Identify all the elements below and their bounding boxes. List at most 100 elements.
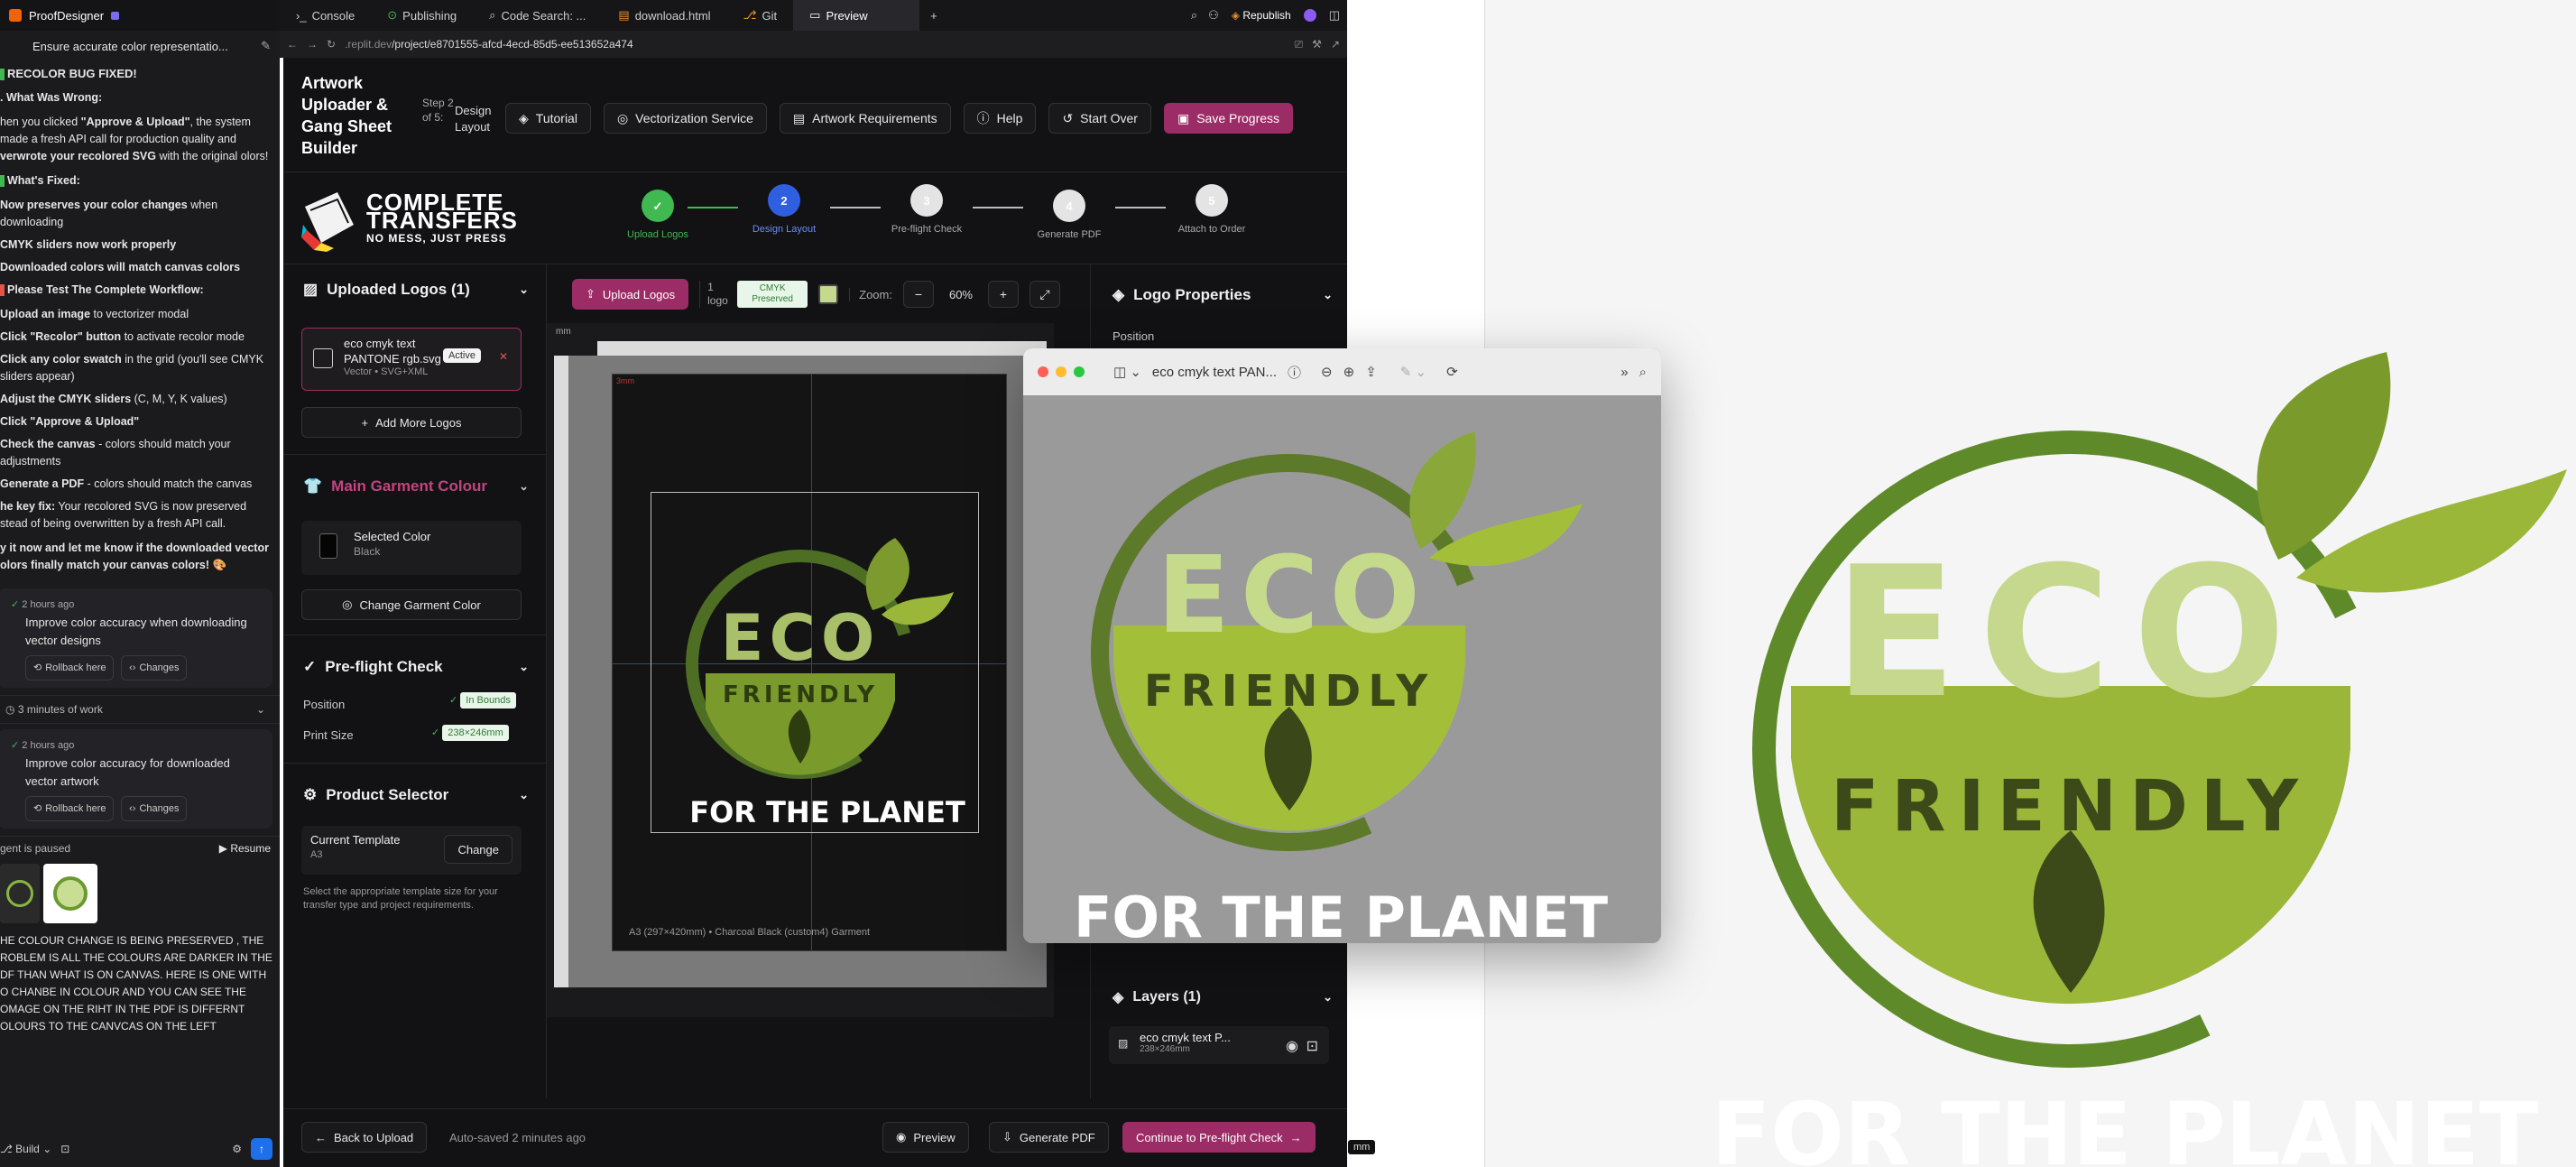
change-garment-color-button[interactable]: ◎ Change Garment Color: [301, 589, 522, 620]
check-icon: ✓: [431, 727, 443, 738]
forward-arrow-icon[interactable]: →: [307, 38, 318, 51]
changes-button[interactable]: ‹› Changes: [121, 796, 188, 821]
pf-position-label: Position: [303, 698, 346, 711]
tab-code-search[interactable]: ⌕ Code Search: ...: [473, 0, 602, 31]
republish-button[interactable]: ◈ Republish: [1224, 9, 1298, 22]
upload-logos-button[interactable]: ⇪ Upload Logos: [572, 279, 689, 310]
back-to-upload-button[interactable]: ← Back to Upload: [301, 1122, 428, 1153]
logo-item[interactable]: eco cmyk text PANTONE rgb.svg Vector • S…: [301, 328, 522, 391]
minimize-window-button[interactable]: [1056, 366, 1066, 377]
tab-download-html[interactable]: ▤ download.html: [602, 0, 726, 31]
app-name[interactable]: ProofDesigner: [29, 9, 104, 23]
start-over-button[interactable]: ↺ Start Over: [1048, 103, 1151, 134]
attachment-thumbnail[interactable]: [43, 864, 97, 923]
tools-icon[interactable]: ⚒: [1312, 38, 1322, 51]
zoom-window-button[interactable]: [1074, 366, 1085, 377]
zoom-out-icon[interactable]: ⊖: [1321, 364, 1333, 380]
step-upload-logos[interactable]: ✓ Upload Logos: [617, 190, 698, 241]
zoom-out-button[interactable]: −: [902, 281, 934, 308]
send-button[interactable]: ↑: [251, 1138, 272, 1160]
layout-icon[interactable]: ◫: [1322, 8, 1347, 23]
markup-icon[interactable]: ✎ ⌄: [1400, 364, 1426, 380]
resume-button[interactable]: ▶ Resume: [219, 842, 271, 855]
tab-console[interactable]: ›_ Console: [280, 0, 371, 31]
new-tab-button[interactable]: +: [919, 9, 948, 23]
more-icon[interactable]: »: [1620, 365, 1628, 380]
zoom-in-icon[interactable]: ⊕: [1343, 364, 1355, 380]
remove-logo-icon[interactable]: ✕: [499, 350, 508, 363]
mm-tooltip: mm: [1348, 1140, 1376, 1154]
tutorial-button[interactable]: ◈ Tutorial: [505, 103, 591, 134]
attachment-thumbnail[interactable]: [0, 864, 40, 923]
search-icon[interactable]: ⌕: [1639, 365, 1647, 380]
task-title-bar[interactable]: Ensure accurate color representatio... ✎: [0, 31, 280, 61]
image-icon: ▨: [1118, 1037, 1129, 1050]
info-icon[interactable]: ⓘ: [1288, 363, 1301, 382]
preview-button[interactable]: ◉ Preview: [882, 1122, 969, 1153]
vectorization-service-button[interactable]: ◎ Vectorization Service: [603, 103, 767, 134]
open-external-icon[interactable]: ↗: [1331, 38, 1340, 51]
eye-icon[interactable]: ◉: [1286, 1037, 1298, 1055]
lock-icon[interactable]: ⊡: [1306, 1037, 1318, 1055]
generate-pdf-button[interactable]: ⇩ Generate PDF: [989, 1122, 1109, 1153]
preview-window-titlebar: ◫ ⌄ eco cmyk text PAN... ⓘ ⊖ ⊕ ⇪ ✎ ⌄ ⟳ »…: [1023, 348, 1661, 395]
arrow-left-icon: ←: [315, 1130, 327, 1144]
eco-friendly-logo: ECO FRIENDLY FOR THE PLANET: [686, 538, 965, 829]
devtools-icon[interactable]: ⎚: [1295, 38, 1304, 51]
logo-friendly-text: FRIENDLY: [723, 681, 878, 709]
settings-icon[interactable]: ⚙: [232, 1143, 242, 1155]
product-selector-header[interactable]: ⚙ Product Selector ⌄: [303, 786, 529, 804]
checkpoint-time: 2 hours ago: [22, 599, 75, 610]
change-template-button[interactable]: Change: [444, 835, 512, 864]
add-more-logos-button[interactable]: + Add More Logos: [301, 407, 522, 438]
layers-icon: ◈: [1113, 286, 1125, 303]
close-window-button[interactable]: [1038, 366, 1048, 377]
search-icon[interactable]: ⌕: [1186, 8, 1203, 23]
step-preflight-check[interactable]: 3 Pre-flight Check: [886, 184, 967, 236]
layer-item[interactable]: ▨ eco cmyk text P... 238×246mm ◉ ⊡: [1109, 1026, 1329, 1064]
reload-icon[interactable]: ↻: [327, 38, 336, 51]
sidebar-toggle-icon[interactable]: ◫ ⌄: [1113, 364, 1141, 380]
preview-window[interactable]: ◫ ⌄ eco cmyk text PAN... ⓘ ⊖ ⊕ ⇪ ✎ ⌄ ⟳ »…: [1023, 348, 1661, 943]
logo-on-canvas[interactable]: ECO FRIENDLY FOR THE PLANET: [651, 492, 979, 833]
ruler-horizontal: [597, 341, 1047, 356]
build-mode-select[interactable]: ⎇ Build ⌄: [0, 1143, 51, 1155]
tab-git[interactable]: ⎇ Git: [727, 0, 794, 31]
zoom-in-button[interactable]: +: [987, 281, 1019, 308]
wrong-paragraph: hen you clicked "Approve & Upload", the …: [0, 116, 269, 162]
layers-header[interactable]: ◈ Layers (1) ⌄: [1113, 988, 1333, 1006]
changes-button[interactable]: ‹› Changes: [121, 655, 188, 681]
url-field[interactable]: .replit.dev/project/e8701555-afcd-4ecd-8…: [345, 38, 1286, 51]
logo-filename: eco cmyk text PANTONE rgb.svg: [344, 337, 441, 366]
work-summary[interactable]: ◷ 3 minutes of work ⌄: [0, 695, 280, 724]
invite-icon[interactable]: ⚇: [1203, 8, 1224, 23]
color-swatch-icon[interactable]: [818, 284, 839, 304]
help-button[interactable]: ⓘ Help: [963, 103, 1037, 134]
uploaded-logos-header[interactable]: ▨ Uploaded Logos (1) ⌄: [303, 281, 529, 299]
continue-preflight-button[interactable]: Continue to Pre-flight Check →: [1122, 1122, 1316, 1153]
garment-colour-header[interactable]: 👕 Main Garment Colour ⌄: [303, 477, 529, 496]
rollback-button[interactable]: ⟲ Rollback here: [25, 796, 115, 821]
rotate-icon[interactable]: ⟳: [1446, 364, 1458, 380]
save-progress-button[interactable]: ▣ Save Progress: [1163, 103, 1294, 134]
step-name: Design Layout: [455, 104, 492, 134]
share-icon[interactable]: ⇪: [1365, 364, 1377, 380]
back-arrow-icon[interactable]: ←: [287, 38, 298, 51]
avatar[interactable]: [1303, 9, 1316, 22]
rollback-button[interactable]: ⟲ Rollback here: [25, 655, 115, 681]
preflight-header[interactable]: ✓ Pre-flight Check ⌄: [303, 658, 529, 676]
new-chat-icon[interactable]: ✎: [261, 39, 271, 53]
step-generate-pdf[interactable]: 4 Generate PDF: [1029, 190, 1110, 241]
workflow-step: Click any color swatch in the grid (you'…: [0, 353, 264, 383]
tab-publishing[interactable]: ⊙ Publishing: [371, 0, 473, 31]
fit-screen-button[interactable]: ⤢: [1029, 281, 1060, 308]
step-design-layout[interactable]: 2 Design Layout: [743, 184, 825, 236]
graduation-cap-icon: ◈: [519, 110, 529, 125]
artwork-requirements-button[interactable]: ▤ Artwork Requirements: [779, 103, 951, 134]
logo-properties-header[interactable]: ◈ Logo Properties ⌄: [1113, 286, 1333, 304]
step-attach-order[interactable]: 5 Attach to Order: [1171, 184, 1252, 236]
garment-canvas[interactable]: 3mm ECO FRIENDLY FOR THE PLANET A3 (297×…: [612, 374, 1007, 951]
attach-icon[interactable]: ⊡: [60, 1143, 69, 1155]
tab-preview[interactable]: ▭ Preview: [793, 0, 920, 31]
pdf-logo-render: ECO FRIENDLY FOR THE PLANET: [1023, 395, 1661, 943]
